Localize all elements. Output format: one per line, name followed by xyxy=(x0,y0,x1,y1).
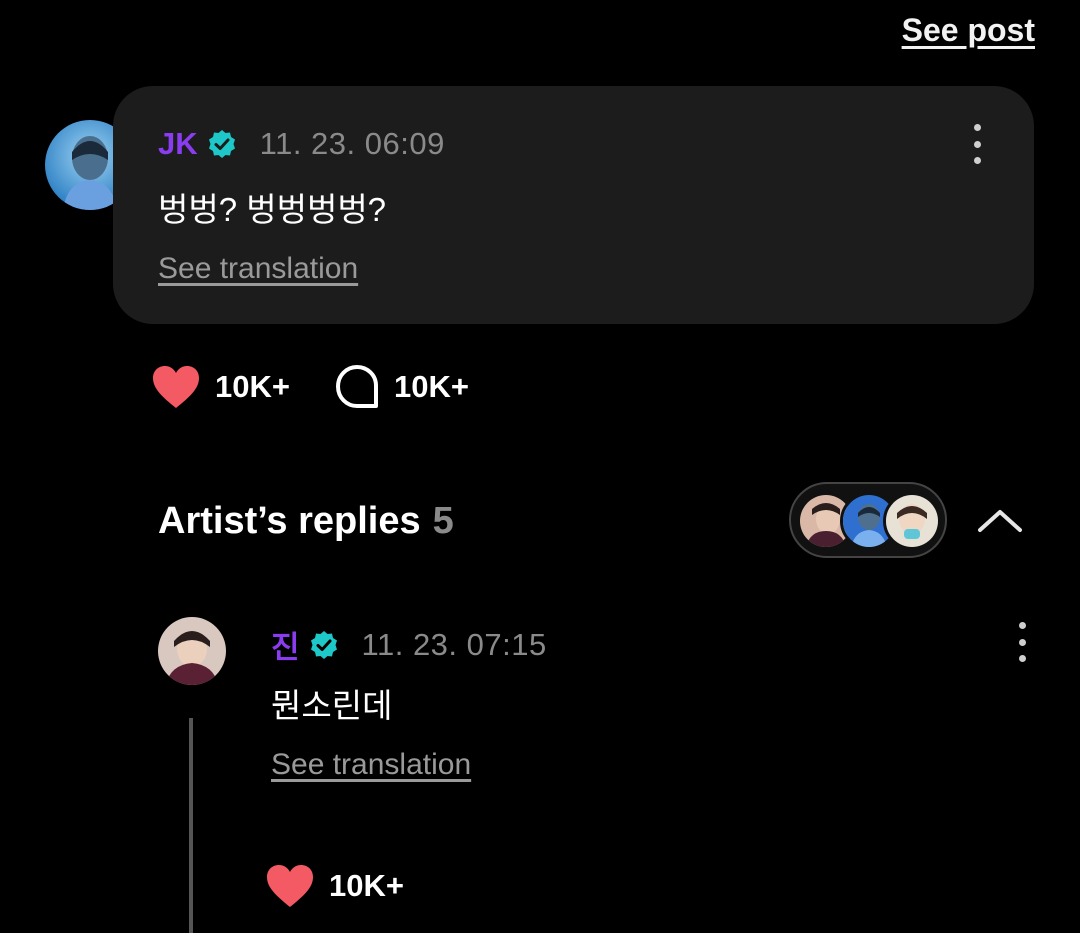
comment-reply-count: 10K+ xyxy=(394,369,469,404)
comment-like-count: 10K+ xyxy=(215,369,290,404)
chat-bubble-icon xyxy=(336,365,378,408)
comment-more-options-button[interactable] xyxy=(965,124,989,164)
verified-badge-icon xyxy=(208,130,235,158)
reply-author-name[interactable]: 진 xyxy=(271,622,300,667)
comment-text: 벙벙? 벙벙벙벙? xyxy=(158,191,387,228)
verified-badge-icon xyxy=(310,630,337,659)
reply-like-button[interactable]: 10K+ xyxy=(265,863,404,909)
comment-author-line: JK 11. 23. 06:09 xyxy=(158,126,445,162)
reply-thread-line xyxy=(189,718,193,933)
comment-author-name[interactable]: JK xyxy=(158,126,198,162)
artist-avatars-stack[interactable] xyxy=(789,482,947,558)
reply-like-count: 10K+ xyxy=(329,868,404,903)
reply-more-options-button[interactable] xyxy=(1010,622,1034,662)
jin-avatar[interactable] xyxy=(158,617,226,685)
reply-author-line: 진 11. 23. 07:15 xyxy=(271,622,547,667)
artist-replies-header: Artist’s replies 5 xyxy=(158,500,454,543)
heart-icon xyxy=(153,366,199,408)
reply-timestamp: 11. 23. 07:15 xyxy=(361,626,547,662)
reply-text: 뭔소린데 xyxy=(271,687,393,724)
reply-see-translation-link[interactable]: See translation xyxy=(271,748,471,782)
artist-replies-count: 5 xyxy=(432,500,454,542)
collapse-replies-button[interactable] xyxy=(976,500,1024,540)
comment-like-button[interactable]: 10K+ xyxy=(151,364,290,410)
artist-replies-title: Artist’s replies xyxy=(158,500,421,542)
chevron-up-icon xyxy=(978,510,1022,532)
comment-see-translation-link[interactable]: See translation xyxy=(158,252,358,286)
stack-avatar-3 xyxy=(883,492,941,550)
see-post-link[interactable]: See post xyxy=(902,12,1035,49)
comment-reply-button[interactable]: 10K+ xyxy=(334,364,469,410)
comment-card: JK 11. 23. 06:09 벙벙? 벙벙벙벙? See translati… xyxy=(113,86,1034,324)
comment-timestamp: 11. 23. 06:09 xyxy=(259,126,445,161)
heart-icon xyxy=(267,865,313,907)
